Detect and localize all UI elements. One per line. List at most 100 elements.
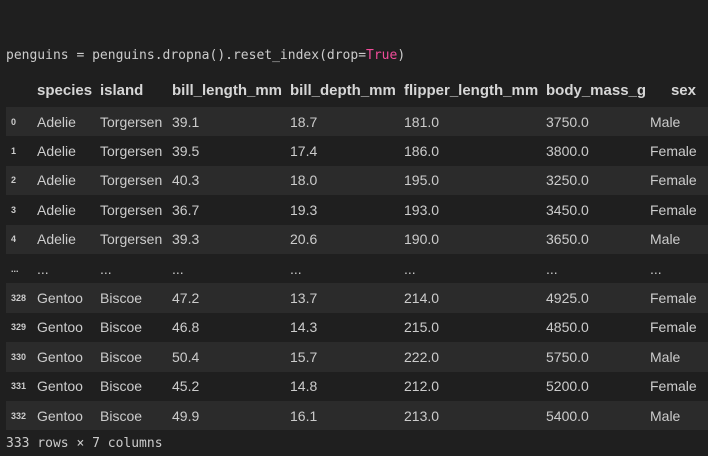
table-cell: Gentoo [37,319,83,336]
table-cell: 39.3 [172,231,200,248]
table-row: 2 Adelie Torgersen 40.3 18.0 195.0 3250.0 Femal… [6,165,708,196]
table-cell: 47.2 [172,290,200,307]
table-cell: 14.8 [290,378,318,395]
table-cell: 195.0 [404,172,440,189]
index-header [6,74,37,107]
table-cell: 222.0 [404,348,440,365]
table-cell: Female [650,201,697,218]
table-cell: ... [172,260,184,277]
table-cell: Biscoe [100,407,143,424]
table-cell: 193.0 [404,201,440,218]
table-cell: Biscoe [100,378,143,395]
row-index: 329 [11,322,27,333]
table-cell: 5750.0 [546,348,589,365]
column-header: island [100,74,172,107]
dataframe-table: species island bill_length_mm bill_depth… [6,74,708,431]
table-cell: Adelie [37,231,76,248]
table-row: 329 Gentoo Biscoe 46.8 14.3 215.0 4850.0 Female [6,312,708,343]
table-cell: Female [650,172,697,189]
table-cell: Male [650,231,681,248]
table-cell: 213.0 [404,407,440,424]
table-cell: 18.7 [290,113,318,130]
table-cell: 181.0 [404,113,440,130]
table-cell: 5200.0 [546,378,589,395]
table-cell: 18.0 [290,172,318,189]
table-cell: Torgersen [100,231,163,248]
table-cell: 212.0 [404,378,440,395]
table-cell: Female [650,378,697,395]
table-row: 3 Adelie Torgersen 36.7 19.3 193.0 3450.0 Femal… [6,195,708,225]
table-cell: Biscoe [100,348,143,365]
header-row: species island bill_length_mm bill_depth… [6,74,708,107]
table-cell: Male [650,407,681,424]
table-cell: 45.2 [172,378,200,395]
table-cell: 19.3 [290,201,318,218]
table-cell: Torgersen [100,143,163,160]
table-cell: Female [650,290,697,307]
table-cell: 49.9 [172,407,200,424]
table-cell: Male [650,348,681,365]
table-row: 1 Adelie Torgersen 39.5 17.4 186.0 3800.0 Femal… [6,136,708,166]
table-cell: 40.3 [172,172,200,189]
table-cell: 39.1 [172,113,200,130]
row-index: 1 [11,146,17,157]
table-cell: ... [546,260,558,277]
column-header: species [37,74,100,107]
table-cell: ... [650,260,662,277]
row-index: 2 [11,175,17,186]
table-cell: 50.4 [172,348,200,365]
table-cell: 186.0 [404,143,440,160]
row-index: 332 [11,410,27,421]
table-cell: 15.7 [290,348,318,365]
table-cell: 39.5 [172,143,200,160]
table-cell: Gentoo [37,348,83,365]
table-cell: ... [290,260,302,277]
table-cell: Male [650,113,681,130]
table-cell: Adelie [37,201,76,218]
table-cell: 13.7 [290,290,318,307]
column-header: flipper_length_mm [404,74,546,107]
row-index: ... [11,263,19,274]
table-cell: 3800.0 [546,143,589,160]
column-header: body_mass_g [546,74,650,107]
table-row: 4 Adelie Torgersen 39.3 20.6 190.0 3650.0 Male [6,224,708,254]
code-keyword: True [366,48,398,63]
table-cell: 214.0 [404,290,440,307]
row-index: 331 [11,381,27,392]
table-cell: Female [650,319,697,336]
table-cell: 14.3 [290,319,318,336]
table-cell: Female [650,143,697,160]
dataframe-output: species island bill_length_mm bill_depth… [6,74,708,431]
table-cell: Torgersen [100,113,163,130]
table-row: 0 Adelie Torgersen 39.1 18.7 181.0 3750.0 Male [6,107,708,137]
row-index: 0 [11,116,17,127]
column-header: bill_depth_mm [290,74,404,107]
row-index: 4 [11,234,17,245]
table-cell: Gentoo [37,290,83,307]
table-cell: Torgersen [100,172,163,189]
table-cell: 215.0 [404,319,440,336]
table-cell: 36.7 [172,201,200,218]
table-cell: 4850.0 [546,319,589,336]
table-row: 332 Gentoo Biscoe 49.9 16.1 213.0 5400.0 Male [6,400,708,431]
table-cell: 3650.0 [546,231,589,248]
table-cell: 3750.0 [546,113,589,130]
code-text: ) [397,48,406,63]
table-cell: 5400.0 [546,407,589,424]
dataframe-shape-summary: 333 rows × 7 columns [6,436,163,451]
table-cell: 16.1 [290,407,318,424]
table-cell: Adelie [37,113,76,130]
row-index: 330 [11,351,27,362]
code-text: penguins = penguins.dropna().reset_index… [6,48,367,63]
row-index: 328 [11,293,27,304]
table-cell: Gentoo [37,378,83,395]
table-row: 331 Gentoo Biscoe 45.2 14.8 212.0 5200.0 Female [6,371,708,401]
code-line-1: penguins = penguins.dropna().reset_index… [6,45,405,66]
table-cell: ... [100,260,112,277]
table-cell: Torgersen [100,201,163,218]
table-row: 330 Gentoo Biscoe 50.4 15.7 222.0 5750.0 Male [6,342,708,372]
column-header: sex [650,74,708,107]
table-cell: 3250.0 [546,172,589,189]
table-cell: Adelie [37,143,76,160]
table-row: ........................ [6,253,708,284]
